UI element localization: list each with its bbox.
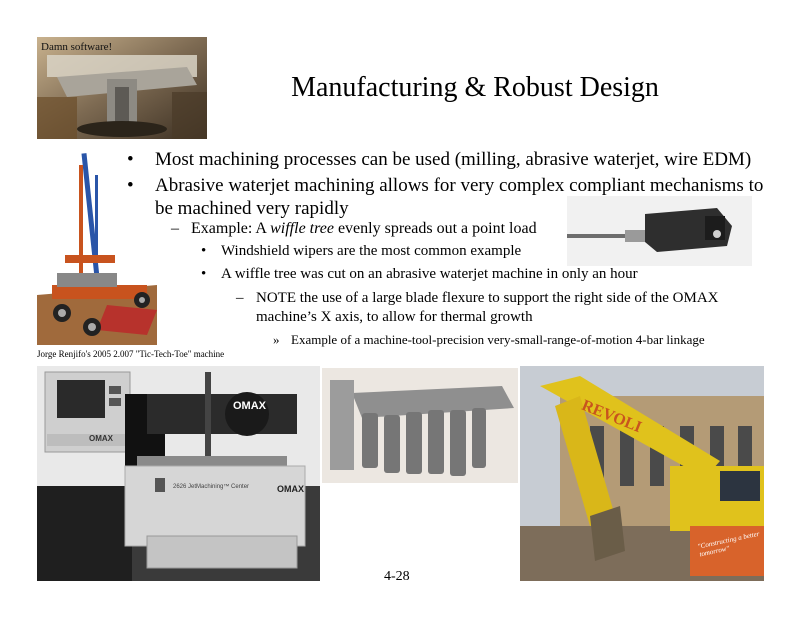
page-number: 4-28 <box>384 569 410 584</box>
omax-machine-photo: OMAX OMAX 2626 JetMachining™ Center OMAX <box>37 366 320 581</box>
omax-head-logo: OMAX <box>233 400 266 412</box>
wiffle-tree-parts-photo <box>322 368 518 483</box>
photo-overlay-text: Damn software! <box>41 41 113 53</box>
bullet-3-marker: – <box>171 220 179 237</box>
omax-base-logo: OMAX <box>277 484 304 494</box>
robot-machine-image <box>37 145 157 345</box>
bullet-4: • Windshield wipers are the most common … <box>201 242 522 261</box>
bullet-2-marker: • <box>127 175 134 196</box>
robot-photo-caption: Jorge Renjifo's 2005 2.007 "Tic-Tech-Toe… <box>37 349 225 359</box>
wiffle-tree-parts-image <box>322 368 518 483</box>
bullet-4-text: Windshield wipers are the most common ex… <box>221 243 522 259</box>
bullet-4-marker: • <box>201 243 207 259</box>
bullet-5-text: A wiffle tree was cut on an abrasive wat… <box>221 266 638 282</box>
bullet-6-line-1: NOTE the use of a large blade flexure to… <box>256 290 719 306</box>
bullet-1-text: Most machining processes can be used (mi… <box>155 149 752 170</box>
bullet-6: – NOTE the use of a large blade flexure … <box>236 289 719 327</box>
slide-title: Manufacturing & Robust Design <box>291 72 659 103</box>
omax-machine-image <box>37 366 320 581</box>
bullet-1: • Most machining processes can be used (… <box>127 148 752 171</box>
bullet-6-line-2: machine’s X axis, to allow for thermal g… <box>256 309 533 325</box>
bullet-6-marker: – <box>236 290 244 306</box>
bullet-2: • Abrasive waterjet machining allows for… <box>127 174 764 220</box>
bullet-2-line-2: be machined very rapidly <box>155 198 349 219</box>
bullet-5: • A wiffle tree was cut on an abrasive w… <box>201 265 638 284</box>
bullet-7: » Example of a machine-tool-precision ve… <box>273 331 705 348</box>
bullet-7-text: Example of a machine-tool-precision very… <box>291 332 705 347</box>
bullet-5-marker: • <box>201 266 207 282</box>
robot-machine-photo <box>37 145 157 345</box>
bullet-3-post: evenly spreads out a point load <box>333 220 537 237</box>
omax-center-label: 2626 JetMachining™ Center <box>173 484 250 490</box>
bullet-3-pre: Example: A <box>191 220 271 237</box>
bullet-3-italic: wiffle tree <box>270 220 334 237</box>
bullet-1-marker: • <box>127 149 134 170</box>
bullet-7-marker: » <box>273 332 280 347</box>
machine-closeup-photo: Damn software! <box>37 37 207 139</box>
bullet-2-line-1: Abrasive waterjet machining allows for v… <box>155 175 764 196</box>
bullet-3: – Example: A wiffle tree evenly spreads … <box>171 219 537 239</box>
omax-panel-logo: OMAX <box>89 434 113 443</box>
excavator-photo: REVOLI "Constructing a better tomorrow" <box>520 366 764 581</box>
